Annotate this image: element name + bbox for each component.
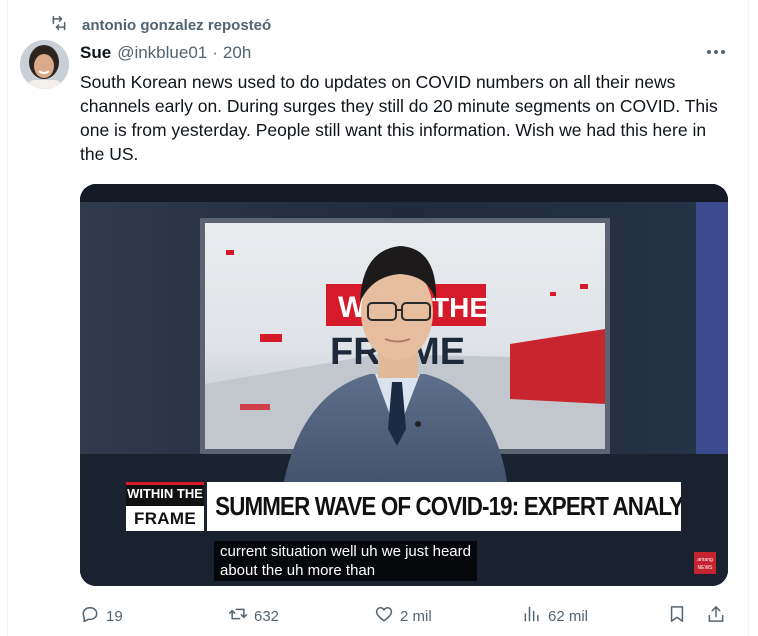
author-name[interactable]: Sue <box>80 43 111 63</box>
lower-third: WITHIN THE FRAME SUMMER WAVE OF COVID-19… <box>126 482 681 531</box>
separator-dot: · <box>212 43 218 62</box>
more-options-icon[interactable] <box>705 42 727 62</box>
reply-count: 19 <box>106 607 123 625</box>
repost-button[interactable]: 632 <box>228 604 279 628</box>
timeline-right-border <box>748 0 749 636</box>
like-count: 2 mil <box>400 607 432 625</box>
repost-icon <box>50 14 68 37</box>
screen-text-the: THE <box>432 292 488 323</box>
retweet-icon <box>228 604 248 628</box>
bookmark-button[interactable] <box>667 604 687 628</box>
repost-label: antonio gonzalez reposteó <box>82 17 272 34</box>
action-bar: 19 632 2 mil 62 mil <box>80 604 728 630</box>
badge-accent-bar <box>126 482 204 485</box>
reply-button[interactable]: 19 <box>80 604 123 628</box>
headline-text: SUMMER WAVE OF COVID-19: EXPERT ANALYSIS <box>210 482 681 531</box>
headline-bar: SUMMER WAVE OF COVID-19: EXPERT ANALYSIS <box>207 482 681 531</box>
share-icon <box>706 604 726 628</box>
heart-icon <box>374 604 394 628</box>
badge-top-text: WITHIN THE <box>127 486 203 501</box>
video-player[interactable]: W THE FRAME WITHIN THE FRAME SUMMER WAVE… <box>80 184 728 586</box>
badge-bottom-text: FRAME <box>126 506 204 531</box>
view-count: 62 mil <box>548 607 589 625</box>
tweet-text: South Korean news used to do updates on … <box>80 72 718 164</box>
tweet-header: Sue @inkblue01 · 20h <box>80 43 251 63</box>
timeline-left-border <box>7 0 8 636</box>
program-badge: WITHIN THE FRAME <box>126 482 204 531</box>
caption-line-2: about the uh more than <box>220 562 376 579</box>
author-handle[interactable]: @inkblue01 <box>117 43 207 63</box>
subtitle-caption: current situation well uh we just heard … <box>214 541 477 581</box>
views-button[interactable]: 62 mil <box>522 604 588 628</box>
repost-count: 632 <box>254 607 280 625</box>
like-button[interactable]: 2 mil <box>374 604 432 628</box>
broadcaster-logo: arirang NEWS <box>694 552 716 574</box>
timestamp[interactable]: 20h <box>223 43 251 63</box>
analytics-icon <box>522 604 542 628</box>
avatar[interactable] <box>20 40 69 89</box>
repost-context[interactable]: antonio gonzalez reposteó <box>50 14 271 37</box>
caption-line-1: current situation well uh we just heard <box>220 543 471 560</box>
bookmark-icon <box>667 604 687 628</box>
share-button[interactable] <box>706 604 726 628</box>
reply-icon <box>80 604 100 628</box>
